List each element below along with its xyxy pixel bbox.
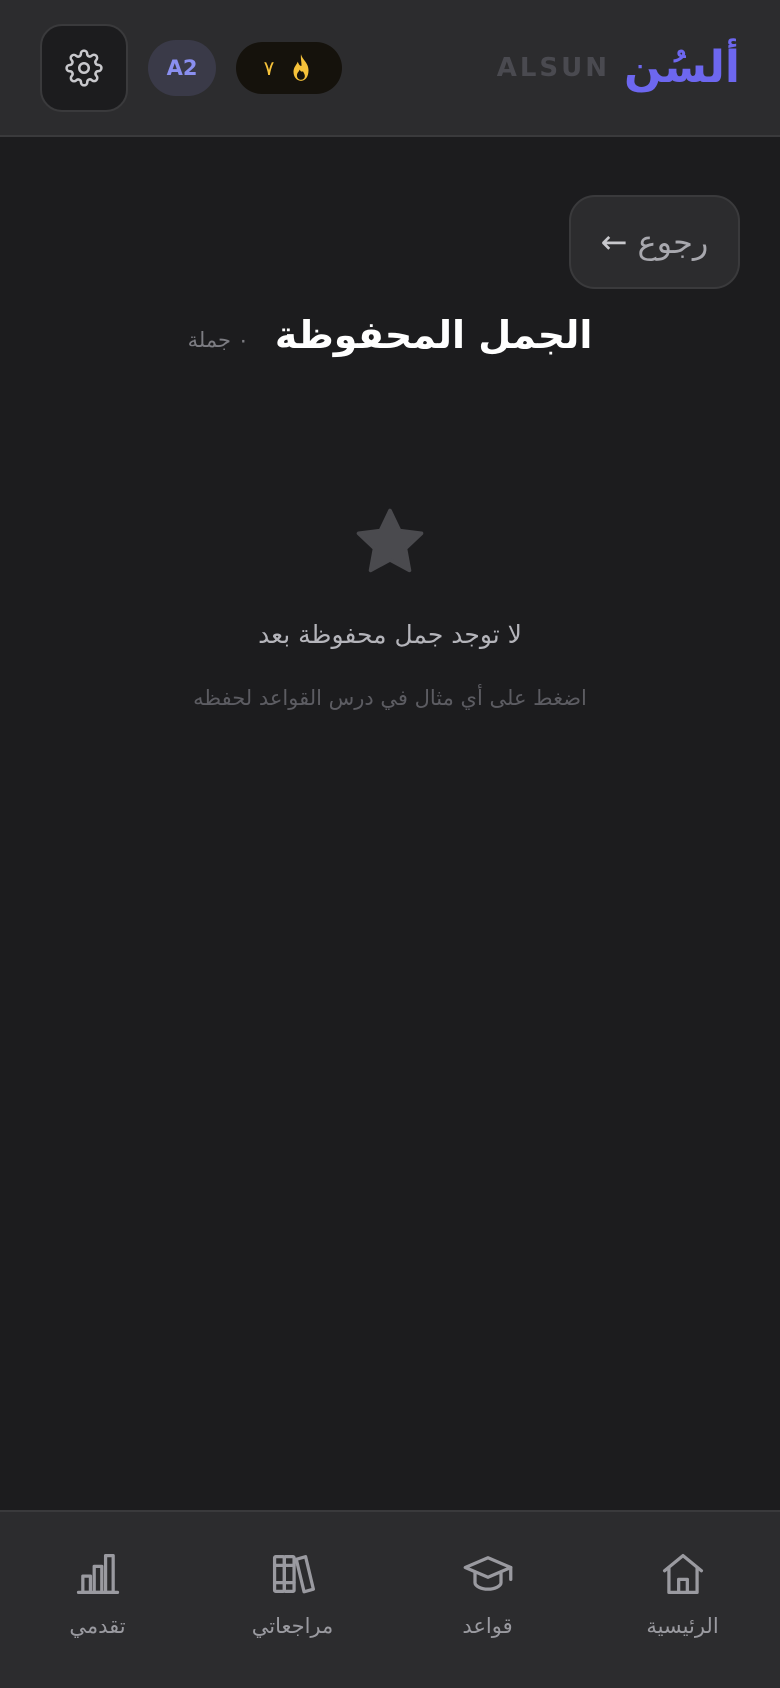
nav-item-reviews[interactable]: مراجعاتي (195, 1512, 390, 1688)
page-title: الجمل المحفوظة (274, 313, 593, 357)
books-icon (272, 1555, 315, 1594)
bottom-nav: الرئيسية قواعد مراجعاتي تقدمي (0, 1510, 780, 1688)
brand-logo: ALSUN ألسُن (497, 30, 740, 106)
flame-icon (293, 54, 309, 81)
bar-chart-icon (76, 1553, 119, 1595)
empty-state-title: لا توجد جمل محفوظة بعد (258, 620, 522, 649)
nav-label-reviews: مراجعاتي (251, 1614, 334, 1638)
streak-badge[interactable]: ٧ (236, 42, 342, 94)
nav-item-progress[interactable]: تقدمي (0, 1512, 195, 1688)
brand-arabic: ألسُن (624, 42, 740, 93)
saved-sentences-screen: A2 ٧ ALSUN ألسُن رجوع ← الجمل المحفوظة ٠… (0, 0, 780, 1688)
streak-count: ٧ (263, 56, 275, 80)
settings-button[interactable] (40, 24, 128, 112)
nav-label-progress: تقدمي (69, 1614, 126, 1638)
brand-latin: ALSUN (496, 53, 611, 83)
back-button-label: رجوع (637, 223, 709, 261)
gear-icon (65, 49, 103, 87)
back-button[interactable]: رجوع ← (569, 195, 740, 289)
graduation-cap-icon (463, 1556, 512, 1591)
sentence-count: ٠ جملة (187, 328, 249, 352)
level-badge[interactable]: A2 (148, 40, 216, 96)
nav-label-grammar: قواعد (462, 1614, 513, 1638)
page-header: الجمل المحفوظة ٠ جملة (0, 305, 780, 365)
nav-label-home: الرئيسية (646, 1614, 719, 1638)
home-icon (662, 1553, 703, 1595)
app-header: A2 ٧ ALSUN ألسُن (0, 0, 780, 137)
nav-item-grammar[interactable]: قواعد (390, 1512, 585, 1688)
empty-state-hint: اضغط على أي مثال في درس القواعد لحفظه (193, 686, 587, 710)
nav-item-home[interactable]: الرئيسية (585, 1512, 780, 1688)
star-icon (356, 508, 424, 573)
arrow-left-icon: ← (600, 223, 628, 261)
